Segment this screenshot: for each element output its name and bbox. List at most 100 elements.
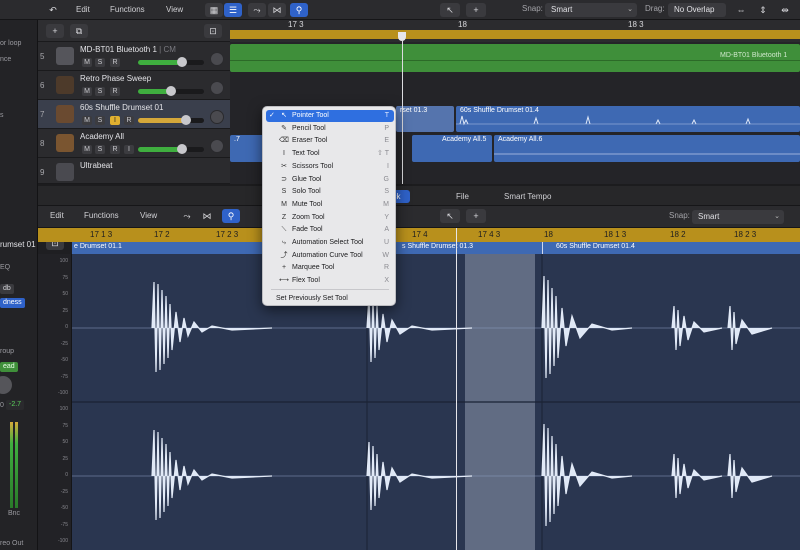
scale-label: -75 [60, 373, 68, 380]
audio-region[interactable]: MD-BT01 Bluetooth 1 [230, 44, 800, 72]
record-button[interactable]: R [110, 87, 120, 96]
track-name[interactable]: Ultrabeat [80, 161, 112, 170]
eq-label[interactable]: EQ [0, 264, 10, 271]
secondary-tool-icon[interactable]: + [466, 209, 486, 223]
volume-fader[interactable] [138, 144, 204, 154]
mute-button[interactable]: M [82, 116, 92, 125]
flex-icon[interactable]: ⚲ [222, 209, 240, 223]
editor-view-menu[interactable]: View [134, 209, 163, 223]
track-name[interactable]: Retro Phase Sweep [80, 74, 151, 83]
track-name[interactable]: 60s Shuffle Drumset 01 [80, 103, 163, 112]
audio-region[interactable]: 60s Shuffle Drumset 01.4 [456, 106, 800, 132]
mute-button[interactable]: M [82, 145, 92, 154]
editor-ruler[interactable]: 17 1 3 17 2 17 2 3 17 4 17 4 3 18 18 1 3… [38, 228, 800, 242]
drag-select[interactable]: No Overlap [668, 3, 726, 17]
track-row[interactable]: 8 Academy All M S R I [38, 129, 230, 158]
input-monitor-button[interactable]: I [124, 145, 134, 154]
menu-item-marquee-tool[interactable]: + Marquee Tool R [266, 262, 394, 274]
track-row[interactable]: 9 Ultrabeat [38, 158, 230, 184]
track-row-selected[interactable]: 7 60s Shuffle Drumset 01 M S I R [38, 100, 230, 129]
vertical-zoom-icon[interactable]: ⇕ [754, 3, 772, 17]
menu-item-set-previous-tool[interactable]: Set Previously Set Tool [266, 293, 394, 305]
audio-region-selected[interactable]: rset 01.3 [396, 106, 454, 132]
menu-item-text-tool[interactable]: I Text Tool ⇧ T [266, 148, 394, 160]
menu-item-flex-tool[interactable]: ⟷ Flex Tool X [266, 275, 394, 287]
track-name[interactable]: Academy All [80, 132, 124, 141]
edit-menu[interactable]: Edit [70, 3, 96, 17]
link-icon[interactable]: ⋈ [198, 209, 216, 223]
mute-button[interactable]: M [82, 87, 92, 96]
cycle-range[interactable] [230, 30, 800, 39]
editor-functions-menu[interactable]: Functions [78, 209, 125, 223]
record-button[interactable]: R [110, 145, 120, 154]
catch-icon[interactable]: ⤳ [248, 3, 266, 17]
editor-edit-menu[interactable]: Edit [44, 209, 70, 223]
global-tracks-icon[interactable]: ⊡ [204, 24, 222, 38]
menu-item-mute-tool[interactable]: M Mute Tool M [266, 199, 394, 211]
snap-select[interactable]: Smart ⌄ [545, 3, 637, 17]
waveform-canvas[interactable] [72, 254, 800, 550]
flex-icon[interactable]: ⚲ [290, 3, 308, 17]
back-arrow-icon[interactable]: ↶ [44, 3, 62, 17]
synth-icon [56, 76, 74, 94]
link-icon[interactable]: ⋈ [268, 3, 286, 17]
add-track-icon[interactable]: + [46, 24, 64, 38]
solo-button[interactable]: S [95, 58, 105, 67]
group-label[interactable]: roup [0, 348, 14, 355]
bounce-label[interactable]: Bnc [8, 510, 20, 517]
grid-view-icon[interactable]: ▦ [205, 3, 223, 17]
menu-item-fade-tool[interactable]: ⟍ Fade Tool A [266, 224, 394, 236]
view-menu[interactable]: View [160, 3, 189, 17]
editor-snap-select[interactable]: Smart ⌄ [692, 210, 784, 224]
menu-item-automation-select-tool[interactable]: ⤷ Automation Select Tool U [266, 237, 394, 249]
volume-fader[interactable] [138, 115, 204, 125]
list-view-icon[interactable]: ☰ [224, 3, 242, 17]
menu-item-pointer-tool[interactable]: ✓ ↖ Pointer Tool T [266, 110, 394, 122]
input-monitor-button[interactable]: I [110, 116, 120, 125]
menu-item-pencil-tool[interactable]: ✎ Pencil Tool P [266, 123, 394, 135]
pointer-tool-icon[interactable]: ↖ [440, 209, 460, 223]
audio-region[interactable]: Academy All.5 [412, 135, 492, 162]
solo-button[interactable]: S [95, 145, 105, 154]
horizontal-zoom-icon[interactable]: ⇹ [776, 3, 794, 17]
catch-icon[interactable]: ⤳ [178, 209, 196, 223]
editor-region-bar[interactable]: e Drumset 01.1 s Shuffle Drumset 01.3 60… [72, 242, 800, 254]
duplicate-track-icon[interactable]: ⧉ [70, 24, 88, 38]
tab-smart-tempo[interactable]: Smart Tempo [494, 190, 561, 203]
pan-knob[interactable] [0, 376, 12, 394]
read-automation-pill[interactable]: ead [0, 362, 18, 372]
pointer-tool-icon[interactable]: ↖ [440, 3, 460, 17]
tab-file[interactable]: File [446, 190, 479, 203]
pan-knob[interactable] [210, 139, 224, 153]
solo-button[interactable]: S [95, 87, 105, 96]
audio-region[interactable]: Academy All.6 [494, 135, 800, 162]
menu-item-automation-curve-tool[interactable]: ⤴ Automation Curve Tool W [266, 250, 394, 262]
inspector-pill-1[interactable]: db [0, 284, 14, 294]
track-headers: + ⧉ ⊡ 5 MD-BT01 Bluetooth 1 | CM M S R 6… [38, 20, 230, 184]
menu-item-solo-tool[interactable]: S Solo Tool S [266, 186, 394, 198]
menu-item-scissors-tool[interactable]: ✂ Scissors Tool I [266, 161, 394, 173]
track-name[interactable]: MD-BT01 Bluetooth 1 | CM [80, 45, 176, 54]
drum-machine-icon [56, 163, 74, 181]
pan-knob[interactable] [210, 52, 224, 66]
menu-item-eraser-tool[interactable]: ⌫ Eraser Tool E [266, 135, 394, 147]
pan-knob[interactable] [210, 110, 224, 124]
mute-button[interactable]: M [82, 58, 92, 67]
record-button[interactable]: R [110, 58, 120, 67]
volume-fader[interactable] [138, 86, 204, 96]
bar-ruler[interactable]: 17 3 18 18 3 [230, 20, 800, 42]
waveform-zoom-icon[interactable]: ⇔ [732, 3, 750, 17]
menu-item-glue-tool[interactable]: ⊃ Glue Tool G [266, 174, 394, 186]
loudness-pill[interactable]: dness [0, 298, 25, 308]
functions-menu[interactable]: Functions [104, 3, 151, 17]
track-row[interactable]: 6 Retro Phase Sweep M S R [38, 71, 230, 100]
secondary-tool-icon[interactable]: + [466, 3, 486, 17]
solo-button[interactable]: S [95, 116, 105, 125]
playhead[interactable] [402, 40, 403, 184]
volume-fader[interactable] [138, 57, 204, 67]
menu-item-zoom-tool[interactable]: Z Zoom Tool Y [266, 212, 394, 224]
record-button[interactable]: R [124, 116, 134, 125]
track-row[interactable]: 5 MD-BT01 Bluetooth 1 | CM M S R [38, 42, 230, 71]
editor-playhead[interactable] [456, 228, 457, 550]
pan-knob[interactable] [210, 81, 224, 95]
